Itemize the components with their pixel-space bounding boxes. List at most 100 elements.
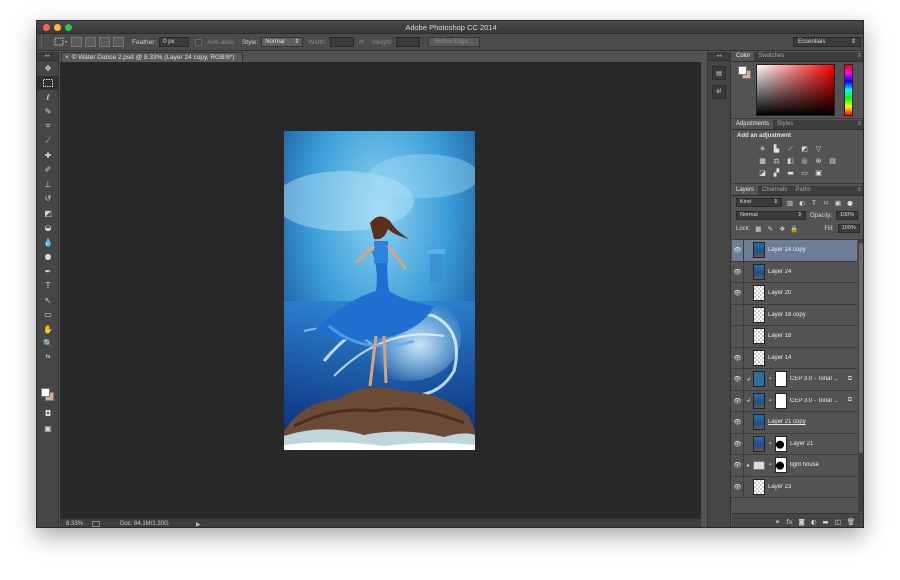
mask-link-icon[interactable]: ⚭ bbox=[768, 398, 773, 404]
layer-row[interactable]: 👁 ▸ ⚭ light house bbox=[732, 455, 857, 477]
visibility-eye-icon[interactable]: 👁 bbox=[732, 390, 744, 411]
lock-position-icon[interactable]: ✥ bbox=[778, 225, 786, 233]
tab-adjustments[interactable]: Adjustments bbox=[732, 120, 774, 129]
subtract-selection-button[interactable] bbox=[99, 37, 110, 47]
visibility-eye-icon[interactable]: 👁 bbox=[732, 412, 744, 433]
visibility-eye-icon[interactable]: 👁 bbox=[732, 261, 744, 282]
filter-shape-icon[interactable]: ⌑ bbox=[822, 199, 830, 207]
layer-thumbnail[interactable] bbox=[753, 414, 765, 431]
layer-name[interactable]: Layer 21 bbox=[790, 441, 813, 447]
new-group-icon[interactable]: ▬ bbox=[822, 518, 828, 526]
clone-stamp-tool-icon[interactable]: ⊥ bbox=[37, 177, 59, 192]
layer-thumbnail[interactable] bbox=[753, 371, 765, 388]
layer-name[interactable]: Layer 18 copy bbox=[768, 312, 806, 318]
add-mask-icon[interactable]: ◙ bbox=[798, 518, 804, 526]
quick-selection-tool-icon[interactable]: ✎ bbox=[37, 105, 59, 120]
filter-smart-object-icon[interactable]: ▣ bbox=[834, 199, 842, 207]
hue-slider[interactable] bbox=[844, 64, 853, 116]
visibility-eye-icon[interactable]: 👁 bbox=[732, 455, 744, 476]
healing-brush-tool-icon[interactable]: ✚ bbox=[37, 148, 59, 163]
type-tool-icon[interactable]: T bbox=[37, 279, 59, 294]
pen-tool-icon[interactable]: ✒ bbox=[37, 264, 59, 279]
blur-tool-icon[interactable]: 💧 bbox=[37, 235, 59, 250]
layer-row[interactable]: 👁 Layer 18 copy bbox=[732, 304, 857, 326]
layer-style-icon[interactable]: fx bbox=[786, 518, 792, 526]
layer-name[interactable]: Layer 21 copy bbox=[768, 419, 806, 425]
add-selection-button[interactable] bbox=[85, 37, 96, 47]
close-document-icon[interactable]: × bbox=[65, 53, 69, 62]
layer-name[interactable]: Layer 14 bbox=[768, 355, 791, 361]
photo-filter-icon[interactable]: ◎ bbox=[800, 157, 809, 165]
history-brush-tool-icon[interactable]: ↺ bbox=[37, 192, 59, 207]
layer-row[interactable]: 👁 ↲ ⚭ CEP 3.0 - Tonal ... ⧉ bbox=[732, 369, 857, 391]
layer-thumbnail[interactable] bbox=[753, 263, 765, 280]
refine-edge-button[interactable]: Refine Edge... bbox=[427, 37, 480, 47]
status-menu-arrow-icon[interactable]: ▶ bbox=[196, 521, 201, 528]
brush-tool-icon[interactable]: ✐ bbox=[37, 163, 59, 178]
layer-name[interactable]: CEP 3.0 - Tonal ... bbox=[790, 398, 838, 404]
visibility-eye-icon[interactable]: 👁 bbox=[732, 433, 744, 454]
panel-menu-icon[interactable]: ≡ bbox=[857, 120, 861, 129]
layer-row[interactable]: 👁 Layer 24 copy bbox=[732, 240, 857, 262]
hand-tool-icon[interactable]: ✋ bbox=[37, 322, 59, 337]
tab-swatches[interactable]: Swatches bbox=[754, 52, 788, 61]
expand-group-icon[interactable]: ▸ bbox=[744, 462, 753, 469]
layer-name[interactable]: Layer 24 copy bbox=[768, 247, 806, 253]
eraser-tool-icon[interactable]: ◩ bbox=[37, 206, 59, 221]
blend-mode-select[interactable]: Normal ⇕ bbox=[736, 211, 806, 220]
lasso-tool-icon[interactable]: ℓ bbox=[37, 90, 59, 105]
tab-channels[interactable]: Channels bbox=[758, 186, 791, 195]
color-balance-icon[interactable]: ⚖ bbox=[772, 157, 781, 165]
layer-mask-thumbnail[interactable] bbox=[775, 435, 787, 452]
height-input[interactable] bbox=[395, 37, 420, 47]
layers-scrollbar[interactable] bbox=[858, 239, 863, 512]
marquee-tool-icon[interactable] bbox=[37, 75, 59, 90]
layer-name[interactable]: Layer 23 bbox=[768, 484, 791, 490]
layer-mask-thumbnail[interactable] bbox=[775, 457, 787, 474]
options-grip[interactable] bbox=[41, 36, 47, 48]
gradient-map-icon[interactable]: ▭ bbox=[800, 169, 809, 177]
layer-name[interactable]: Layer 24 bbox=[768, 269, 791, 275]
move-tool-icon[interactable]: ✥ bbox=[37, 61, 59, 76]
layer-thumbnail[interactable] bbox=[753, 242, 765, 259]
history-panel-button[interactable]: ▤ bbox=[712, 66, 726, 80]
tab-styles[interactable]: Styles bbox=[773, 120, 797, 129]
channel-mixer-icon[interactable]: ⊛ bbox=[814, 157, 823, 165]
document-tab[interactable]: × © Water Dance 2.psd @ 8.33% (Layer 24 … bbox=[61, 52, 243, 62]
style-select[interactable]: Normal ⇕ bbox=[261, 37, 304, 47]
extension-panel-button[interactable]: e! bbox=[712, 85, 726, 99]
foreground-color-swatch[interactable] bbox=[41, 388, 50, 397]
dodge-tool-icon[interactable]: ● bbox=[37, 250, 59, 265]
layer-thumbnail[interactable] bbox=[753, 349, 765, 366]
selective-color-icon[interactable]: ▣ bbox=[814, 169, 823, 177]
layer-row[interactable]: 👁 Layer 24 bbox=[732, 261, 857, 283]
layer-thumbnail[interactable] bbox=[753, 478, 765, 495]
levels-icon[interactable]: ▙ bbox=[772, 145, 781, 153]
layers-scroll-thumb[interactable] bbox=[859, 243, 863, 453]
layer-row[interactable]: 👁 Layer 18 bbox=[732, 326, 857, 348]
tab-color[interactable]: Color bbox=[732, 52, 755, 61]
threshold-icon[interactable]: ▬ bbox=[786, 169, 795, 177]
visibility-eye-icon[interactable]: 👁 bbox=[732, 326, 744, 347]
paint-bucket-tool-icon[interactable]: ◒ bbox=[37, 221, 59, 236]
layer-name[interactable]: CEP 3.0 - Tonal ... bbox=[790, 376, 838, 382]
layer-row[interactable]: 👁 Layer 14 bbox=[732, 347, 857, 369]
link-layers-icon[interactable]: ⚭ bbox=[775, 518, 780, 526]
panel-menu-icon[interactable]: ≡ bbox=[857, 52, 861, 61]
layer-thumbnail[interactable] bbox=[753, 285, 765, 302]
layer-thumbnail[interactable] bbox=[753, 328, 765, 345]
dock-collapse-button[interactable]: ◂◂ bbox=[708, 52, 730, 61]
new-adjustment-layer-icon[interactable]: ◐ bbox=[811, 518, 817, 526]
lock-all-icon[interactable]: 🔒 bbox=[790, 225, 798, 233]
layer-mask-thumbnail[interactable] bbox=[775, 371, 787, 388]
filter-type-icon[interactable]: T bbox=[810, 199, 818, 207]
quick-mask-icon[interactable]: ◘ bbox=[37, 406, 59, 421]
tool-preset-picker[interactable] bbox=[51, 36, 71, 48]
layer-name[interactable]: Layer 18 bbox=[768, 333, 791, 339]
tools-collapse-button[interactable]: ▸▸ bbox=[37, 52, 58, 61]
black-white-icon[interactable]: ◧ bbox=[786, 157, 795, 165]
exposure-icon[interactable]: ◩ bbox=[800, 145, 809, 153]
opacity-input[interactable]: 100% bbox=[836, 211, 859, 220]
intersect-selection-button[interactable] bbox=[113, 37, 124, 47]
path-selection-tool-icon[interactable]: ↖ bbox=[37, 293, 59, 308]
